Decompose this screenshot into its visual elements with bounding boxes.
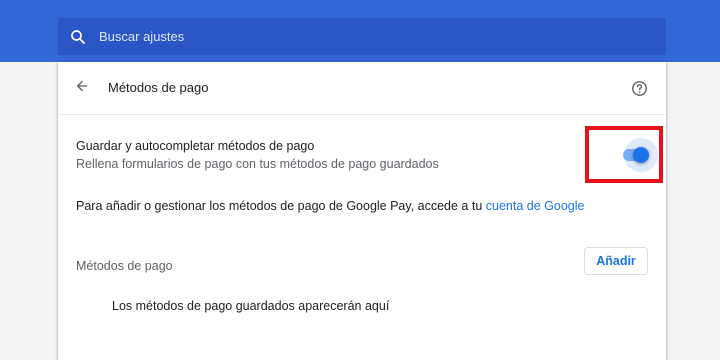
- top-bar: [0, 0, 720, 62]
- google-account-link[interactable]: cuenta de Google: [486, 199, 585, 213]
- arrow-back-icon: [74, 78, 90, 94]
- add-payment-method-button[interactable]: Añadir: [584, 247, 648, 275]
- search-icon: [58, 18, 98, 55]
- toggle-knob: [633, 147, 649, 163]
- google-pay-info-text: Para añadir o gestionar los métodos de p…: [76, 199, 486, 213]
- autofill-toggle[interactable]: [623, 138, 658, 172]
- back-button[interactable]: [70, 74, 94, 98]
- autofill-setting-subtitle: Rellena formularios de pago con tus méto…: [76, 157, 439, 171]
- autofill-setting-title: Guardar y autocompletar métodos de pago: [76, 139, 315, 153]
- help-button[interactable]: [628, 77, 650, 99]
- google-pay-info: Para añadir o gestionar los métodos de p…: [76, 199, 584, 213]
- empty-payment-methods-message: Los métodos de pago guardados aparecerán…: [112, 299, 390, 313]
- help-circle-icon: [631, 80, 648, 97]
- search-box[interactable]: [58, 18, 666, 55]
- header-divider: [58, 114, 666, 115]
- page-title: Métodos de pago: [108, 80, 209, 95]
- payment-methods-section-title: Métodos de pago: [76, 259, 173, 273]
- search-input[interactable]: [98, 18, 666, 55]
- payment-methods-card: Métodos de pago Guardar y autocompletar …: [58, 62, 666, 360]
- page-header: Métodos de pago: [58, 62, 666, 114]
